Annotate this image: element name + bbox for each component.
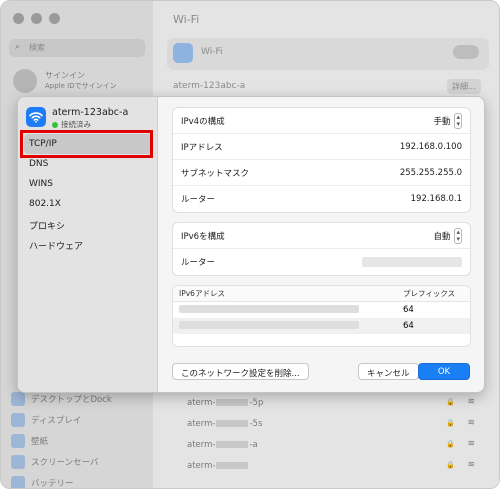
nav-item-wins[interactable]: WINS <box>24 174 152 194</box>
sidebar-item-screensaver[interactable]: スクリーンセーバ <box>11 451 112 472</box>
lock-icon: 🔒 <box>446 461 455 469</box>
subnet-mask-label: サブネットマスク <box>181 168 250 179</box>
subnet-mask-row: サブネットマスク 255.255.255.0 <box>173 160 470 186</box>
screensaver-icon <box>11 454 25 469</box>
router-row: ルーター 192.168.0.1 <box>173 186 470 212</box>
ipv4-group: IPv4の構成 手動 ▴ ▾ IPアドレス 192.168.0.100 サブネット… <box>172 107 471 213</box>
ip-address-field[interactable]: 192.168.0.100 <box>400 142 462 152</box>
ip-address-label: IPアドレス <box>181 142 223 153</box>
ipv6-address-redacted <box>179 304 359 313</box>
lock-icon: 🔒 <box>446 440 455 448</box>
column-header-address: IPv6アドレス <box>179 289 225 298</box>
updown-icon: ▴ ▾ <box>454 227 462 244</box>
cancel-button[interactable]: キャンセル <box>358 363 419 380</box>
page-title: Wi-Fi <box>173 13 200 26</box>
battery-icon <box>11 475 25 488</box>
wifi-signal-icon: ≋ <box>467 397 475 407</box>
lock-icon: 🔒 <box>446 419 455 427</box>
sidebar-item-battery[interactable]: バッテリー <box>11 472 112 488</box>
minimize-window-button[interactable] <box>31 13 42 24</box>
column-header-prefix: プレフィックス <box>403 289 456 298</box>
router-label: ルーター <box>181 195 216 205</box>
wifi-signal-icon: ≋ <box>467 439 475 449</box>
prefix-cell: 64 <box>403 305 414 315</box>
wifi-toggle[interactable] <box>453 45 479 59</box>
avatar <box>13 69 37 93</box>
connected-dot-icon <box>52 121 58 128</box>
close-window-button[interactable] <box>13 13 24 24</box>
sidebar-user[interactable]: サインイン Apple IDでサインイン <box>13 69 117 93</box>
table-row[interactable]: 64 <box>173 302 470 318</box>
dialog-content: IPv4の構成 手動 ▴ ▾ IPアドレス 192.168.0.100 サブネット… <box>172 107 471 347</box>
highlight-annotation <box>20 130 153 158</box>
nav-item-8021x[interactable]: 802.1X <box>24 194 152 214</box>
ipv6-router-label: ルーター <box>181 258 216 268</box>
wifi-signal-icon: ≋ <box>467 460 475 470</box>
delete-network-settings-button[interactable]: このネットワーク設定を削除... <box>172 363 309 380</box>
wifi-signal-icon: ≋ <box>467 418 475 428</box>
ipv4-configure-select[interactable]: 手動 ▴ ▾ <box>433 112 462 129</box>
user-name: サインイン <box>45 71 85 80</box>
wifi-icon <box>173 43 193 63</box>
zoom-window-button[interactable] <box>49 13 60 24</box>
network-list: aterm- -5p 🔒 ≋ aterm- -5s 🔒 ≋ aterm- -a 🔒 ≋ at… <box>167 393 489 477</box>
network-header: aterm-123abc-a 接続済み <box>26 107 128 130</box>
nav-item-hardware[interactable]: ハードウェア <box>24 234 152 254</box>
connection-status: 接続済み <box>52 119 128 130</box>
lock-icon: 🔒 <box>446 398 455 406</box>
wallpaper-icon <box>11 433 25 448</box>
ipv6-address-table: IPv6アドレス プレフィックス 64 64 <box>172 285 471 347</box>
router-field[interactable]: 192.168.0.1 <box>411 194 462 204</box>
sidebar-item-wallpaper[interactable]: 壁紙 <box>11 430 112 451</box>
ipv6-group: IPv6を構成 自動 ▴ ▾ ルーター <box>172 222 471 276</box>
subnet-mask-field[interactable]: 255.255.255.0 <box>400 168 462 178</box>
table-header: IPv6アドレス プレフィックス <box>173 286 470 302</box>
ok-button[interactable]: OK <box>418 363 470 380</box>
network-row[interactable]: aterm- 🔒 ≋ <box>167 456 489 477</box>
prefix-cell: 64 <box>403 321 414 331</box>
sidebar-search-input[interactable]: ⌕ 検索 <box>9 39 145 57</box>
ipv6-configure-row: IPv6を構成 自動 ▴ ▾ <box>173 223 470 249</box>
display-icon <box>11 412 25 427</box>
dialog-buttons: このネットワーク設定を削除... キャンセル OK <box>172 363 471 383</box>
ipv6-configure-label: IPv6を構成 <box>181 231 225 242</box>
search-icon: ⌕ <box>15 42 21 52</box>
nav-item-proxy[interactable]: プロキシ <box>24 214 152 234</box>
desktop-icon <box>11 391 25 406</box>
ipv6-address-redacted <box>179 320 359 329</box>
ipv4-configure-row: IPv4の構成 手動 ▴ ▾ <box>173 108 470 134</box>
wifi-icon <box>26 107 46 127</box>
ipv4-configure-label: IPv4の構成 <box>181 116 225 127</box>
ipv6-configure-select[interactable]: 自動 ▴ ▾ <box>433 227 462 244</box>
search-placeholder: 検索 <box>29 43 45 52</box>
updown-icon: ▴ ▾ <box>454 112 462 129</box>
network-row[interactable]: aterm- -a 🔒 ≋ <box>167 435 489 456</box>
details-button[interactable]: 詳細... <box>447 79 481 94</box>
network-row[interactable]: aterm- -5p 🔒 ≋ <box>167 393 489 414</box>
user-sub: Apple IDでサインイン <box>45 82 117 90</box>
ip-address-row: IPアドレス 192.168.0.100 <box>173 134 470 160</box>
connected-network-name: aterm-123abc-a <box>173 81 246 91</box>
ipv6-router-row: ルーター <box>173 249 470 275</box>
table-row[interactable]: 64 <box>173 318 470 334</box>
sidebar-item-display[interactable]: ディスプレイ <box>11 409 112 430</box>
ipv6-router-value-redacted <box>362 257 462 267</box>
network-row[interactable]: aterm- -5s 🔒 ≋ <box>167 414 489 435</box>
network-name: aterm-123abc-a <box>52 107 129 118</box>
wifi-label: Wi-Fi <box>201 47 223 57</box>
sidebar-list: デスクトップとDock ディスプレイ 壁紙 スクリーンセーバ バッテリー <box>11 388 112 488</box>
window-controls <box>13 13 60 24</box>
